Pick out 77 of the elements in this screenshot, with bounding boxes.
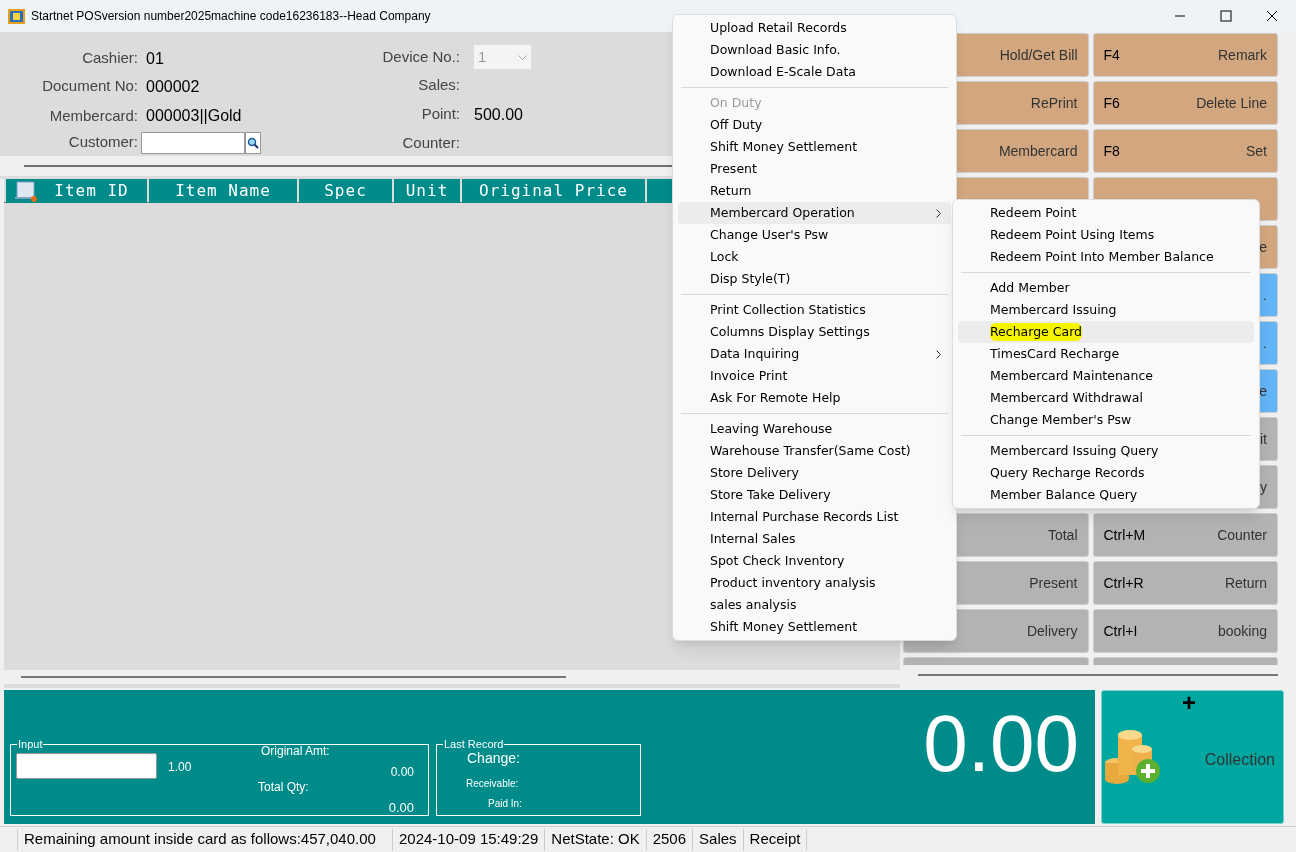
total-quantity-value: 0.00 — [388, 799, 414, 817]
total-quantity-label: Total Qty: — [258, 779, 309, 796]
field-label: Device No.: — [381, 46, 460, 67]
field-label: Sales: — [417, 74, 460, 95]
menu-item[interactable]: Add Member — [958, 277, 1254, 299]
menu-item[interactable]: Store Delivery — [678, 462, 951, 484]
menu-item[interactable]: Warehouse Transfer(Same Cost) — [678, 440, 951, 462]
menu-item[interactable]: TimesCard Recharge — [958, 343, 1254, 365]
paid-in-label: Paid In: — [488, 797, 522, 811]
customer-field[interactable] — [141, 131, 245, 154]
status-text: 2024-10-09 15:49:29 — [393, 828, 546, 851]
menu-item[interactable]: Membercard Maintenance — [958, 365, 1254, 387]
app-logo-icon — [8, 8, 25, 24]
field-value: 000002 — [146, 76, 200, 97]
menu-item[interactable]: Invoice Print — [678, 365, 951, 387]
search-icon — [247, 136, 259, 149]
keypad-button[interactable]: F6 Delete Line — [1092, 81, 1278, 125]
menu-item[interactable]: Recharge Card — [958, 321, 1254, 343]
original-amount-value: 0.00 — [390, 764, 414, 781]
search-button[interactable] — [245, 131, 261, 154]
menu-item[interactable]: Change User's Psw — [678, 224, 951, 246]
original-amount-label: Original Amt: — [261, 743, 330, 760]
menu-item[interactable]: Data Inquiring — [678, 343, 951, 365]
menu-item[interactable]: Query Recharge Records — [958, 462, 1254, 484]
menu-item[interactable]: Columns Display Settings — [678, 321, 951, 343]
status-text: Remaining amount inside card as follows:457,040.00 — [18, 828, 393, 851]
menu-item[interactable]: Return — [678, 180, 951, 202]
group-legend: Input — [17, 736, 44, 753]
keypad-button[interactable]: Ctrl+I booking — [1092, 609, 1278, 653]
column-header[interactable]: Original Price — [462, 179, 645, 203]
keypad-button[interactable]: F4 Remark — [1092, 33, 1278, 77]
menu-item[interactable]: Membercard Operation — [678, 202, 951, 224]
field-label: Document No: — [41, 76, 138, 97]
keypad-button[interactable]: Ctrl+R Return — [1092, 561, 1278, 605]
quantity-value: 1.00 — [168, 759, 192, 776]
menu-item[interactable]: Redeem Point Into Member Balance — [958, 246, 1254, 268]
column-header[interactable]: Item Name — [149, 179, 297, 203]
column-header[interactable] — [647, 179, 674, 203]
scroll-icon — [12, 180, 40, 202]
status-text: NetState: OK — [545, 828, 647, 851]
status-text: 2506 — [646, 828, 694, 851]
input-field[interactable] — [16, 753, 157, 779]
field-value: 01 — [146, 48, 164, 69]
column-header[interactable]: Item ID — [6, 179, 147, 203]
total-amount: 0.00 — [923, 704, 1079, 784]
menu-item[interactable]: Print Collection Statistics — [678, 299, 951, 321]
menu-item[interactable]: Membercard Issuing Query — [958, 440, 1254, 462]
menu-item[interactable]: Membercard Withdrawal — [958, 387, 1254, 409]
menu-item[interactable]: Store Take Delivery — [678, 484, 951, 506]
field-label: Customer: — [67, 132, 138, 153]
dropdown-caret-icon — [518, 54, 527, 60]
menu-item[interactable]: Member Balance Query — [958, 484, 1254, 506]
maximize-icon[interactable] — [1220, 10, 1232, 22]
status-text: Sales — [693, 828, 744, 851]
field-label: Membercard: — [48, 105, 138, 126]
column-header[interactable]: Spec — [299, 179, 392, 203]
status-text: Receipt — [743, 828, 808, 851]
field-value: 500.00 — [474, 104, 523, 125]
keypad-button[interactable]: Ctrl+M Counter — [1092, 513, 1278, 557]
menu-item[interactable]: Membercard Issuing — [958, 299, 1254, 321]
column-header[interactable]: Unit — [394, 179, 460, 203]
menu-item[interactable]: Ask For Remote Help — [678, 387, 951, 409]
field-value: 000003||Gold — [146, 105, 242, 126]
menu-item[interactable]: Change Member's Psw — [958, 409, 1254, 431]
receivable-label: Receivable: — [466, 777, 519, 791]
menu-item[interactable]: Redeem Point — [958, 202, 1254, 224]
field-label: Counter: — [401, 132, 460, 153]
menu-item[interactable]: Redeem Point Using Items — [958, 224, 1254, 246]
field-label: Point: — [420, 104, 460, 125]
collection-button[interactable]: + Collection — [1101, 690, 1284, 824]
keypad-button[interactable]: F8 Set — [1092, 129, 1278, 173]
close-icon[interactable] — [1266, 10, 1278, 22]
menu-item[interactable]: Leaving Warehouse — [678, 418, 951, 440]
menu-item[interactable]: Disp Style(T) — [678, 268, 951, 290]
menu-item[interactable]: Lock — [678, 246, 951, 268]
window-title: Startnet POSversion number2025machine code16236183--Head Company — [31, 8, 431, 25]
field-label: Cashier: — [81, 48, 138, 69]
